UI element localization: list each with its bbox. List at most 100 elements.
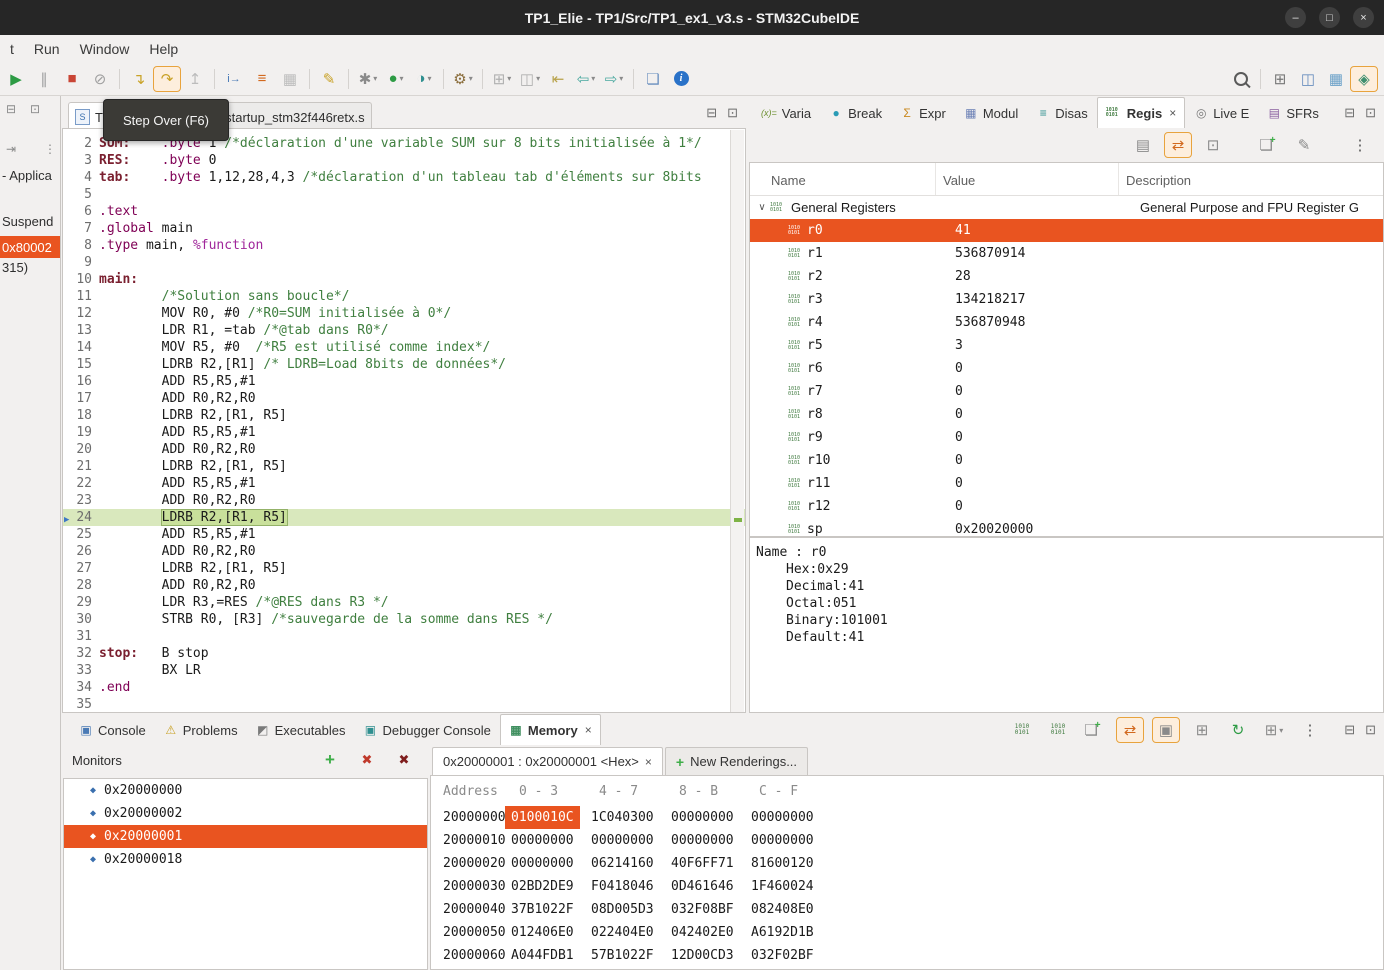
memory-cell[interactable]: 08D005D3 — [591, 902, 654, 917]
memory-cell[interactable]: 02BD2DE9 — [511, 879, 574, 894]
memory-cell[interactable]: 032F08BF — [671, 902, 734, 917]
view-tab-disas[interactable]: ≡Disas — [1027, 97, 1097, 128]
code-line[interactable]: 28 ADD R0,R2,R0 — [63, 577, 745, 594]
code-line[interactable]: 27 LDRB R2,[R1, R5] — [63, 560, 745, 577]
code-line[interactable]: 21 LDRB R2,[R1, R5] — [63, 458, 745, 475]
memory-row[interactable]: 200000000100010C1C0403000000000000000000 — [431, 806, 1383, 829]
memory-cell[interactable]: 81600120 — [751, 856, 814, 871]
view-tab-debugger-console[interactable]: ▣Debugger Console — [354, 714, 499, 745]
code-line[interactable]: 16 ADD R5,R5,#1 — [63, 373, 745, 390]
cpp-perspective-icon[interactable]: ◫ — [1295, 67, 1321, 91]
view-tab-modul[interactable]: ▦Modul — [955, 97, 1027, 128]
view-tab-console[interactable]: ▣Console — [70, 714, 155, 745]
open-element-icon[interactable]: ◫▾ — [517, 67, 543, 91]
memory-cell[interactable]: 012406E0 — [511, 925, 574, 940]
memory-cell[interactable]: 082408E0 — [751, 902, 814, 917]
terminate-icon[interactable]: ■ — [59, 67, 85, 91]
back-icon[interactable]: ⇦▾ — [573, 67, 599, 91]
build-icon[interactable]: ⚙▾ — [450, 67, 476, 91]
register-row[interactable]: 10100101r60 — [750, 357, 1383, 380]
add-register-group-icon[interactable]: ❏+ — [1256, 133, 1282, 157]
memory-monitor-item[interactable]: ◆0x20000018 — [64, 848, 427, 871]
memory-row[interactable]: 20000050012406E0022404E0042402E0A6192D1B — [431, 921, 1383, 944]
last-edit-icon[interactable]: ⇤ — [545, 67, 571, 91]
memory-cell[interactable]: 00000000 — [671, 810, 734, 825]
memory-row[interactable]: 20000020000000000621416040F6FF7181600120 — [431, 852, 1383, 875]
view-tab-live-e[interactable]: ◎Live E — [1185, 97, 1258, 128]
memory-cell[interactable]: 00000000 — [671, 833, 734, 848]
memory-cell[interactable]: A6192D1B — [751, 925, 814, 940]
view-tab-memory[interactable]: ▦Memory× — [500, 714, 601, 745]
code-line[interactable]: 7.global main — [63, 220, 745, 237]
memory-cell[interactable]: 0D461646 — [671, 879, 734, 894]
minimize-view-icon[interactable]: ⊟ — [6, 102, 16, 116]
memory-cell[interactable]: 40F6FF71 — [671, 856, 734, 871]
split-pane-icon[interactable]: ▣ — [1153, 718, 1179, 742]
view-tab-break[interactable]: ●Break — [820, 97, 891, 128]
code-line[interactable]: ▶24 LDRB R2,[R1, R5] — [63, 509, 745, 526]
maximize-view-icon[interactable]: ⊡ — [1365, 722, 1376, 738]
memory-cell[interactable]: 1F460024 — [751, 879, 814, 894]
code-line[interactable]: 8.type main, %function — [63, 237, 745, 254]
table-format-icon[interactable]: ⊞ — [1189, 718, 1215, 742]
memory-cell[interactable]: 022404E0 — [591, 925, 654, 940]
memory-row[interactable]: 2000004037B1022F08D005D3032F08BF082408E0 — [431, 898, 1383, 921]
close-button[interactable]: × — [1353, 7, 1374, 28]
memory-cell[interactable]: 1C040300 — [591, 810, 654, 825]
memory-cell[interactable]: A044FDB1 — [511, 948, 574, 963]
maximize-button[interactable]: □ — [1319, 7, 1340, 28]
remove-monitor-button[interactable]: ✖ — [354, 748, 380, 772]
code-line[interactable]: 20 ADD R0,R2,R0 — [63, 441, 745, 458]
register-row[interactable]: 10100101sp0x20020000 — [750, 518, 1383, 537]
minimize-button[interactable]: – — [1285, 7, 1306, 28]
memory-cell[interactable]: 0100010C — [505, 806, 580, 829]
view-tab-problems[interactable]: ⚠Problems — [155, 714, 247, 745]
code-line[interactable]: 22 ADD R5,R5,#1 — [63, 475, 745, 492]
register-row[interactable]: 10100101r3134218217 — [750, 288, 1383, 311]
close-icon[interactable]: × — [645, 755, 652, 769]
memory-monitor-item[interactable]: ◆0x20000001 — [64, 825, 427, 848]
memory-cell[interactable]: 00000000 — [591, 833, 654, 848]
memory-cell[interactable]: 00000000 — [751, 810, 814, 825]
info-icon[interactable]: i — [668, 67, 694, 91]
debug-tree-icon[interactable]: ⇥ — [6, 142, 16, 156]
open-perspective-icon[interactable]: ⊞ — [1267, 67, 1293, 91]
code-line[interactable]: 33 BX LR — [63, 662, 745, 679]
maximize-view-icon[interactable]: ⊡ — [727, 105, 738, 121]
debug-tree-item[interactable]: - Applica — [2, 168, 52, 183]
code-line[interactable]: 14 MOV R5, #0 /*R5 est utilisé comme ind… — [63, 339, 745, 356]
memory-cell[interactable]: 00000000 — [511, 833, 574, 848]
code-line[interactable]: 12 MOV R0, #0 /*R0=SUM initialisée à 0*/ — [63, 305, 745, 322]
memory-row[interactable]: 2000003002BD2DE9F04180460D4616461F460024 — [431, 875, 1383, 898]
debug-tree-item[interactable]: 0x80002 — [0, 236, 61, 258]
code-line[interactable]: 6.text — [63, 203, 745, 220]
view-menu-icon[interactable]: ⋮ — [1297, 718, 1323, 742]
register-row[interactable]: 10100101r120 — [750, 495, 1383, 518]
switch-memory-monitor-icon[interactable]: 10100101 — [1045, 718, 1071, 742]
code-line[interactable]: 23 ADD R0,R2,R0 — [63, 492, 745, 509]
code-line[interactable]: 18 LDRB R2,[R1, R5] — [63, 407, 745, 424]
minimize-view-icon[interactable]: ⊟ — [706, 105, 717, 121]
add-monitor-button[interactable]: + — [317, 748, 343, 772]
minimize-view-icon[interactable]: ⊟ — [1344, 105, 1355, 121]
code-line[interactable]: 31 — [63, 628, 745, 645]
search-icon[interactable] — [1228, 67, 1254, 91]
code-line[interactable]: 35 — [63, 696, 745, 713]
memory-view-icon[interactable]: ▦ — [277, 67, 303, 91]
debug-view-strip[interactable]: ⊟⊡⇥⋮- ApplicaSuspend0x80002315) — [0, 96, 61, 970]
forward-icon[interactable]: ⇨▾ — [601, 67, 627, 91]
rendering-tab-new-renderings[interactable]: +New Renderings... — [665, 747, 808, 775]
menu-item-help[interactable]: Help — [139, 35, 188, 62]
register-row[interactable]: 10100101r1536870914 — [750, 242, 1383, 265]
new-memory-view-icon[interactable]: 10100101 — [1009, 718, 1035, 742]
minimize-view-icon[interactable]: ⊟ — [1344, 722, 1355, 738]
debug-tree-item[interactable]: 315) — [2, 260, 28, 275]
register-row[interactable]: 10100101r100 — [750, 449, 1383, 472]
expand-arrow-icon[interactable]: ∨ — [754, 202, 770, 213]
title-bar[interactable]: TP1_Elie - TP1/Src/TP1_ex1_v3.s - STM32C… — [0, 0, 1384, 35]
new-wizard-icon[interactable]: ✱▾ — [355, 67, 381, 91]
suspend-icon[interactable]: ∥ — [31, 67, 57, 91]
view-menu-icon[interactable]: ⋮ — [44, 142, 56, 156]
menu-item-window[interactable]: Window — [70, 35, 140, 62]
view-tab-regis[interactable]: 10100101Regis× — [1097, 97, 1185, 128]
